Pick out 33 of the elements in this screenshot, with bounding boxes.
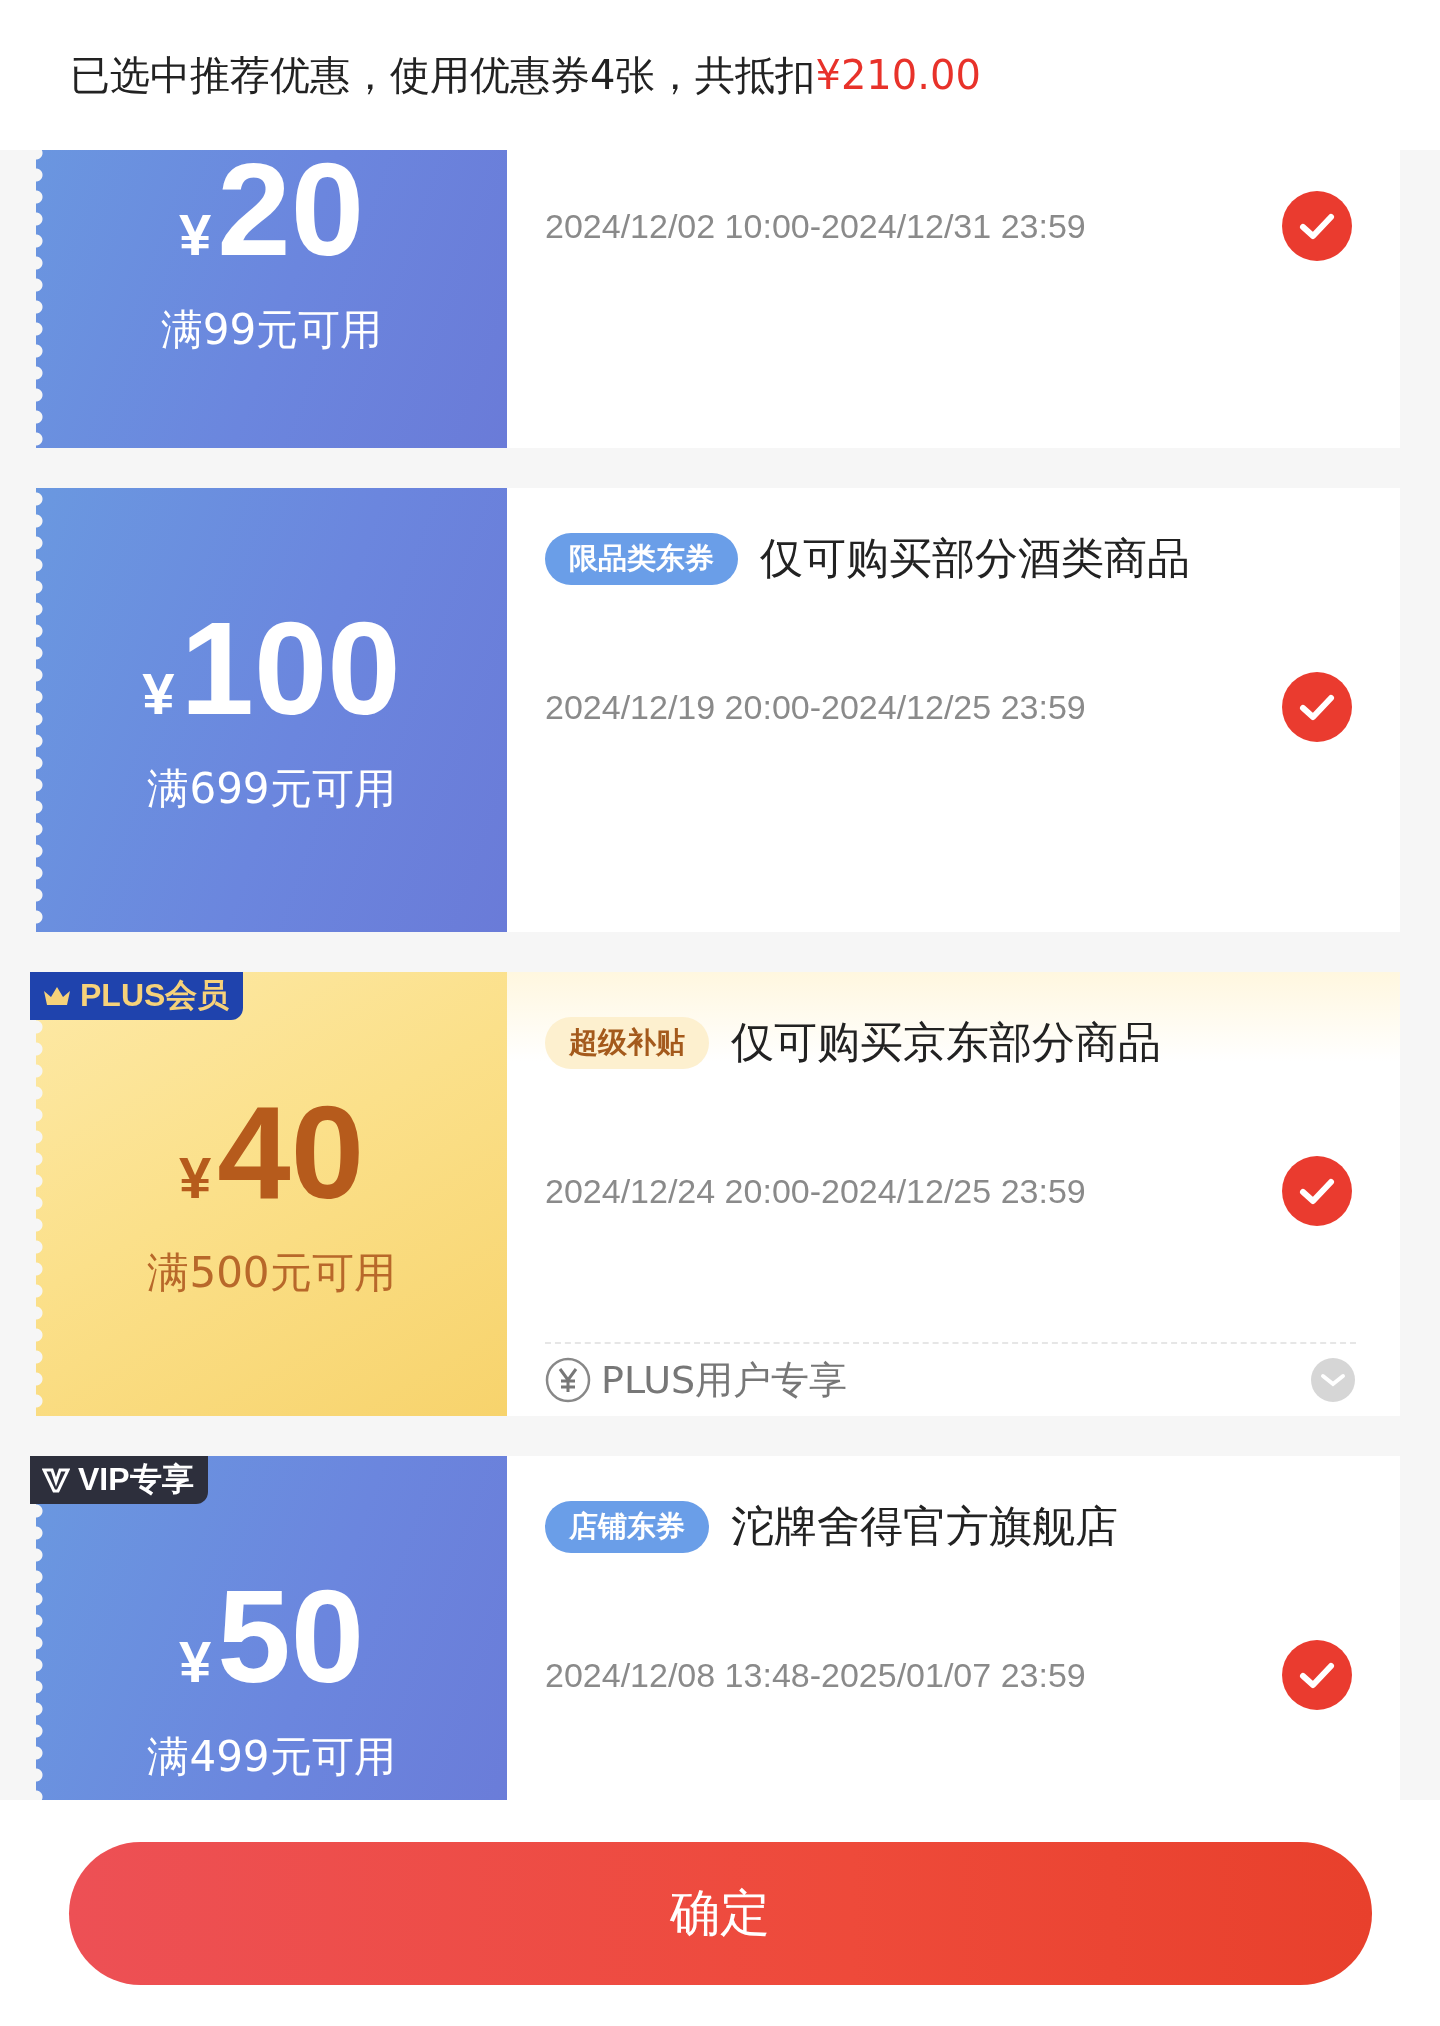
summary-text: 已选中推荐优惠，使用优惠券4张，共抵扣¥210.00 <box>70 50 981 100</box>
coupon-card[interactable]: 店铺东券 沱牌舍得官方旗舰店 2024/12/08 13:48-2025/01/07 23:59 <box>507 1456 1400 1800</box>
validity-period: 2024/12/24 20:00-2024/12/25 23:59 <box>545 1171 1086 1211</box>
member-badge: VIP专享 <box>30 1456 208 1504</box>
v-logo-icon <box>42 1466 70 1494</box>
coupon-tag: 限品类东券 <box>545 533 738 585</box>
coupon-title: 仅可购买部分酒类商品 <box>760 532 1190 585</box>
validity-period: 2024/12/19 20:00-2024/12/25 23:59 <box>545 687 1086 727</box>
coupon-card[interactable]: 超级补贴 仅可购买京东部分商品 2024/12/24 20:00-2024/12/25 23:59 PLUS用户专享 <box>507 972 1400 1416</box>
coupon-title: 沱牌舍得官方旗舰店 <box>731 1500 1118 1553</box>
coupon-condition: 满699元可用 <box>147 763 396 815</box>
coupon-amount: ¥50 <box>178 1571 365 1703</box>
check-icon[interactable] <box>1280 670 1354 744</box>
validity-period: 2024/12/08 13:48-2025/01/07 23:59 <box>545 1655 1086 1695</box>
coupon-tag: 店铺东券 <box>545 1501 709 1553</box>
check-icon[interactable] <box>1280 1154 1354 1228</box>
check-icon[interactable] <box>1280 1638 1354 1712</box>
note-text: PLUS用户专享 <box>601 1356 848 1404</box>
check-icon[interactable] <box>1280 189 1354 263</box>
coupon-amount: ¥20 <box>178 150 365 276</box>
confirm-button[interactable]: 确定 <box>68 1841 1372 1985</box>
validity-period: 2024/12/02 10:00-2024/12/31 23:59 <box>545 206 1086 246</box>
coupon-card[interactable]: 限品类东券 仅可购买部分酒类商品 2024/12/19 20:00-2024/12/25 23:59 <box>507 488 1400 932</box>
coupon-condition: 满499元可用 <box>147 1731 396 1783</box>
yuan-icon <box>545 1357 591 1403</box>
member-badge: PLUS会员 <box>30 972 244 1020</box>
coupon-tag: 超级补贴 <box>545 1017 709 1069</box>
coupon-amount: ¥40 <box>178 1087 365 1219</box>
coupon-amount: ¥100 <box>142 603 401 735</box>
coupon-condition: 满500元可用 <box>147 1247 396 1299</box>
coupon-condition: 满99元可用 <box>160 304 383 356</box>
crown-icon <box>42 985 72 1007</box>
coupon-title: 仅可购买京东部分商品 <box>731 1016 1161 1069</box>
